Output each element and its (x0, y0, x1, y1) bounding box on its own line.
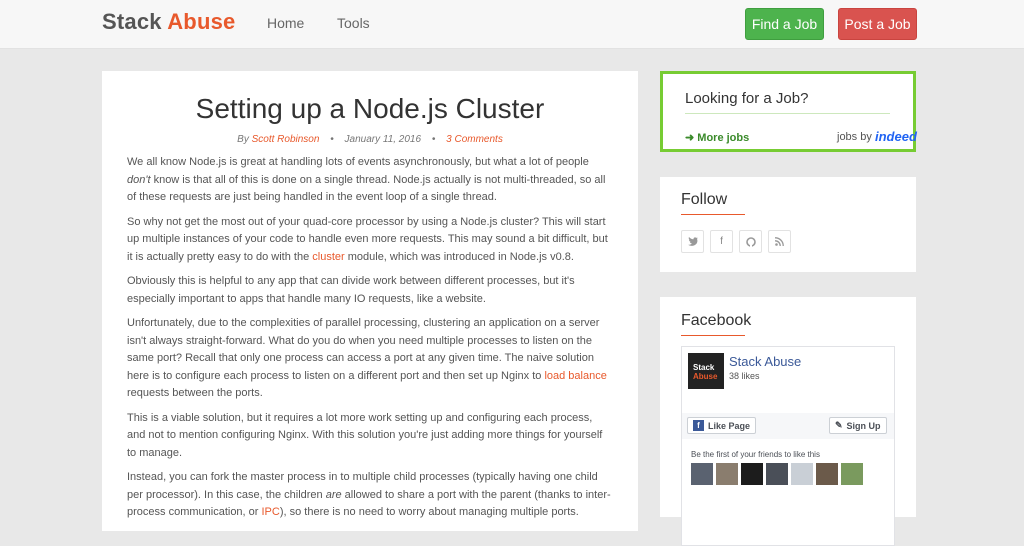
nav-home[interactable]: Home (267, 15, 304, 31)
text: We all know Node.js is great at handling… (127, 156, 589, 168)
github-icon[interactable] (739, 230, 762, 253)
job-widget: Looking for a Job? ➜ More jobs jobs by i… (660, 71, 917, 152)
facebook-title: Facebook (681, 312, 752, 329)
article-byline: By Scott Robinson • January 11, 2016 • 3… (102, 134, 638, 145)
text: requests between the ports. (127, 387, 263, 399)
indeed-logo[interactable]: indeed (875, 129, 917, 144)
avatar-line-2: Abuse (693, 372, 718, 381)
friend-avatar[interactable] (791, 463, 813, 485)
title-underline (681, 214, 745, 215)
facebook-icon[interactable]: f (710, 230, 733, 253)
like-page-button[interactable]: f Like Page (687, 417, 757, 434)
load-balance-link[interactable]: load balance (544, 370, 606, 382)
ipc-link[interactable]: IPC (262, 506, 280, 518)
byline-separator: • (431, 134, 436, 145)
logo-abuse: Abuse (167, 9, 236, 34)
logo-stack: Stack (102, 9, 162, 34)
emphasis: are (325, 488, 342, 501)
title-underline (681, 335, 745, 336)
avatar-line-1: Stack (693, 363, 715, 372)
nav-tools[interactable]: Tools (337, 15, 370, 31)
post-job-button[interactable]: Post a Job (838, 8, 917, 40)
more-jobs-link[interactable]: ➜ More jobs (685, 131, 749, 144)
text: ), so there is no need to worry about ma… (279, 506, 579, 518)
sign-up-label: Sign Up (846, 420, 881, 431)
rss-icon[interactable] (768, 230, 791, 253)
byline-separator: • (330, 134, 334, 145)
page-name-link[interactable]: Stack Abuse (729, 354, 801, 369)
emphasis: don't (127, 173, 151, 186)
paragraph-1: We all know Node.js is great at handling… (127, 154, 613, 207)
twitter-icon[interactable] (681, 230, 704, 253)
jobs-by-label: jobs by (837, 131, 872, 143)
text: Unfortunately, due to the complexities o… (127, 317, 600, 382)
facebook-card: Facebook Stack Abuse Stack Abuse 38 like… (660, 297, 916, 546)
paragraph-2: So why not get the most out of your quad… (127, 214, 613, 267)
text: module, which was introduced in Node.js … (344, 250, 574, 263)
text: know is that all of this is done on a si… (127, 173, 606, 204)
top-header: Stack Abuse Home Tools Find a Job Post a… (0, 0, 1024, 49)
friend-avatar[interactable] (841, 463, 863, 485)
friend-avatar[interactable] (691, 463, 713, 485)
sign-up-button[interactable]: ✎ Sign Up (829, 417, 887, 434)
article-body: We all know Node.js is great at handling… (127, 154, 613, 529)
friend-avatar[interactable] (766, 463, 788, 485)
article-card: Setting up a Node.js Cluster By Scott Ro… (102, 71, 638, 531)
follow-title: Follow (681, 191, 728, 208)
arrow-circle-icon: ➜ (685, 132, 695, 144)
cluster-link[interactable]: cluster (312, 251, 344, 263)
comments-link[interactable]: 3 Comments (446, 134, 503, 145)
job-divider (685, 113, 890, 114)
job-widget-title: Looking for a Job? (685, 90, 809, 107)
page-avatar[interactable]: Stack Abuse (688, 353, 724, 389)
paragraph-3: Obviously this is helpful to any app tha… (127, 275, 575, 305)
pencil-icon: ✎ (835, 420, 843, 430)
friends-like-text: Be the first of your friends to like thi… (691, 450, 820, 459)
page-likes-count: 38 likes (729, 371, 760, 381)
friend-avatar[interactable] (741, 463, 763, 485)
paragraph-4: Unfortunately, due to the complexities o… (127, 315, 613, 403)
article-title: Setting up a Node.js Cluster (195, 93, 545, 124)
paragraph-5: This is a viable solution, but it requir… (127, 411, 603, 459)
more-jobs-label: More jobs (697, 132, 750, 144)
friend-avatar[interactable] (816, 463, 838, 485)
facebook-f-icon: f (693, 420, 704, 431)
find-job-button[interactable]: Find a Job (745, 8, 824, 40)
site-logo[interactable]: Stack Abuse (102, 9, 235, 35)
follow-card: Follow f (660, 177, 916, 272)
article-date: January 11, 2016 (344, 134, 422, 145)
author-link[interactable]: Scott Robinson (252, 134, 320, 145)
like-page-label: Like Page (708, 420, 751, 431)
byline-by: By (237, 134, 249, 145)
friend-avatar[interactable] (716, 463, 738, 485)
facebook-page-plugin: Stack Abuse Stack Abuse 38 likes f Like … (681, 346, 895, 546)
